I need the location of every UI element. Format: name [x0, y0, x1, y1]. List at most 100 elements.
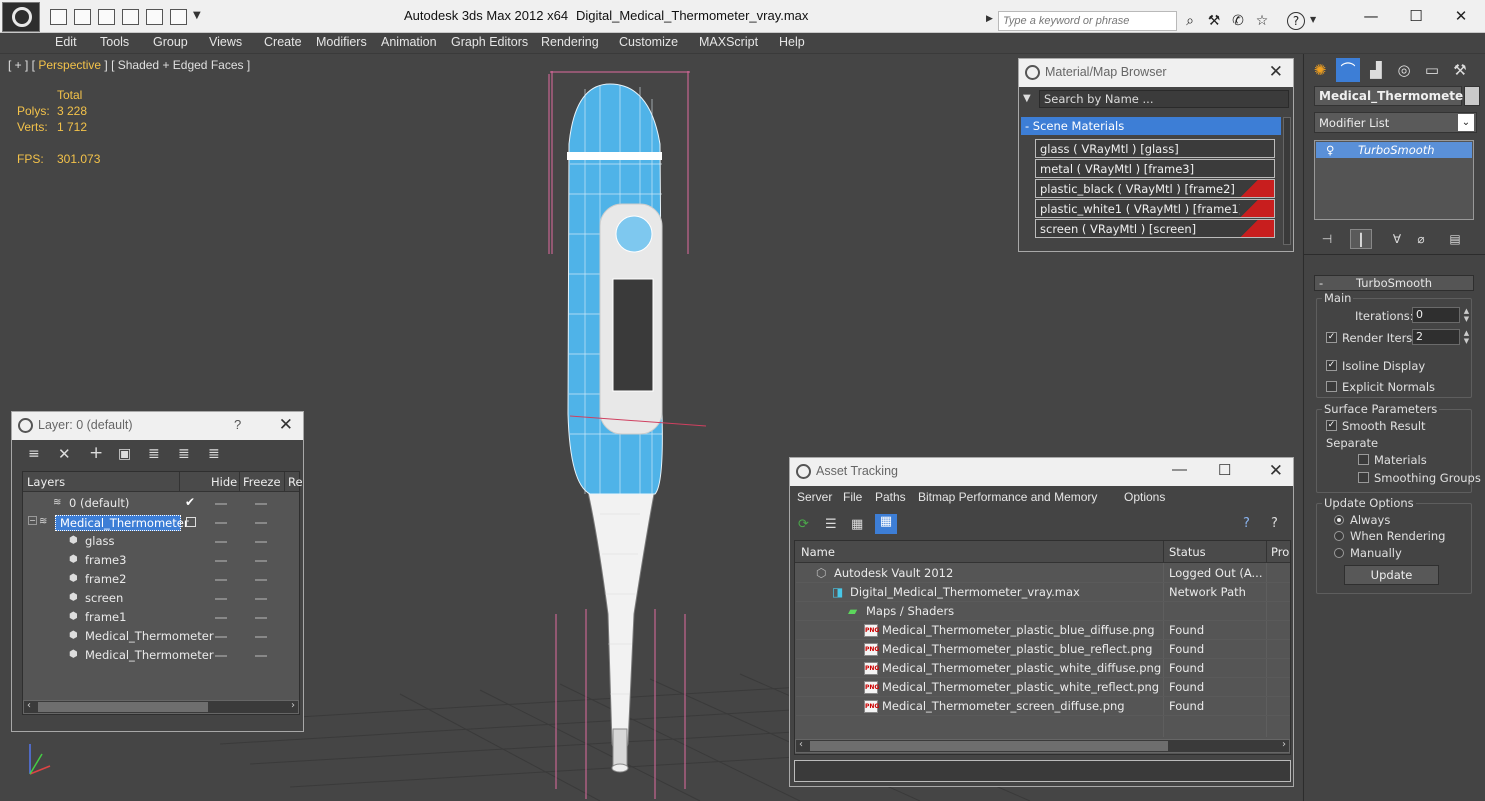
- object-color-swatch[interactable]: [1464, 86, 1480, 106]
- menu-help[interactable]: Help: [779, 35, 805, 49]
- smooth-result-checkbox[interactable]: ✓: [1326, 420, 1337, 431]
- display-tab-icon[interactable]: ▭: [1420, 58, 1444, 82]
- isoline-display-checkbox[interactable]: ✓: [1326, 360, 1337, 371]
- toggle-dash[interactable]: [215, 636, 227, 638]
- subscription-center-icon[interactable]: ⚒: [1205, 12, 1223, 30]
- toggle-dash[interactable]: [215, 579, 227, 581]
- materials-checkbox[interactable]: [1358, 454, 1369, 465]
- layer-row[interactable]: ⬢ Medical_Thermometer: [25, 627, 301, 646]
- column-layers[interactable]: Layers: [27, 475, 65, 489]
- remove-modifier-icon[interactable]: ⌀: [1410, 229, 1432, 249]
- chevron-down-icon[interactable]: ⌄: [1458, 114, 1474, 131]
- maximize-icon[interactable]: ☐: [1218, 461, 1231, 479]
- turbosmooth-rollout-header[interactable]: - TurboSmooth: [1314, 275, 1474, 291]
- asset-row[interactable]: ⬡ Autodesk Vault 2012 Logged Out (A...: [796, 564, 1290, 583]
- current-layer-check-icon[interactable]: ✔: [185, 495, 195, 509]
- asset-horizontal-scrollbar[interactable]: ‹ ›: [795, 739, 1290, 753]
- menu-graph-editors[interactable]: Graph Editors: [451, 35, 528, 49]
- manually-radio[interactable]: [1334, 548, 1344, 558]
- layer-row[interactable]: ⬢ glass: [25, 532, 301, 551]
- list-view-icon[interactable]: ☰: [825, 517, 839, 532]
- layer-row[interactable]: ≋ 0 (default) ✔: [25, 494, 301, 513]
- menu-create[interactable]: Create: [264, 35, 302, 49]
- close-icon[interactable]: ✕: [1446, 6, 1476, 26]
- save-file-icon[interactable]: [74, 9, 91, 25]
- app-logo-icon[interactable]: [2, 2, 40, 32]
- object-name-field[interactable]: Medical_Thermometer: [1314, 86, 1469, 106]
- modifier-stack[interactable]: ♀ TurboSmooth: [1314, 140, 1474, 220]
- column-freeze[interactable]: Freeze: [243, 475, 281, 489]
- modify-tab-icon[interactable]: ⌒: [1336, 58, 1360, 82]
- toggle-dash[interactable]: [255, 560, 267, 562]
- lightbulb-icon[interactable]: ♀: [1326, 142, 1334, 158]
- render-iters-spinner-arrows[interactable]: ▲ ▼: [1462, 329, 1471, 345]
- asset-menu-item[interactable]: Paths: [875, 490, 906, 504]
- close-icon[interactable]: ✕: [1269, 62, 1283, 82]
- render-iters-checkbox[interactable]: ✓: [1326, 332, 1337, 343]
- menu-animation[interactable]: Animation: [381, 35, 437, 49]
- render-iters-spinner[interactable]: 2: [1412, 329, 1460, 345]
- toggle-dash[interactable]: [215, 522, 227, 524]
- update-button[interactable]: Update: [1344, 565, 1439, 585]
- refresh-icon[interactable]: ⟳: [798, 517, 812, 532]
- select-objects-icon[interactable]: ▣: [118, 446, 131, 462]
- asset-menu-item[interactable]: Server: [797, 490, 832, 504]
- toggle-dash[interactable]: [255, 579, 267, 581]
- column-render[interactable]: Re: [288, 475, 303, 489]
- menu-tools[interactable]: Tools: [100, 35, 129, 49]
- column-hide[interactable]: Hide: [211, 475, 237, 489]
- column-name[interactable]: Name: [801, 545, 835, 559]
- add-to-layer-icon[interactable]: +: [89, 443, 103, 463]
- toggle-dash[interactable]: [255, 617, 267, 619]
- toggle-dash[interactable]: [255, 522, 267, 524]
- toggle-dash[interactable]: [255, 598, 267, 600]
- help-dropdown-icon[interactable]: ▼: [1310, 15, 1316, 24]
- close-icon[interactable]: ✕: [1269, 461, 1283, 481]
- layer-row[interactable]: ⬢ Medical_Thermometer: [25, 646, 301, 665]
- material-row[interactable]: screen ( VRayMtl ) [screen]: [1035, 219, 1275, 238]
- layer-row[interactable]: ⬢ screen: [25, 589, 301, 608]
- iterations-spinner[interactable]: 0: [1412, 307, 1460, 323]
- iterations-spinner-arrows[interactable]: ▲ ▼: [1462, 307, 1471, 323]
- freeze-all-icon[interactable]: ≣: [208, 446, 220, 462]
- menu-rendering[interactable]: Rendering: [541, 35, 599, 49]
- asset-menu-item[interactable]: File: [843, 490, 862, 504]
- new-layer-icon[interactable]: ≡: [28, 446, 40, 462]
- context-help-icon[interactable]: ?: [1271, 516, 1278, 531]
- set-current-layer-icon[interactable]: [186, 517, 196, 527]
- workspace-icon[interactable]: [170, 9, 187, 25]
- toggle-dash[interactable]: [215, 617, 227, 619]
- layer-horizontal-scrollbar[interactable]: ‹ ›: [23, 700, 299, 714]
- project-folder-icon[interactable]: [146, 9, 163, 25]
- column-status[interactable]: Status: [1169, 545, 1206, 559]
- maximize-icon[interactable]: ☐: [1401, 6, 1431, 26]
- always-radio[interactable]: [1334, 515, 1344, 525]
- toggle-dash[interactable]: [215, 503, 227, 505]
- when-rendering-radio[interactable]: [1334, 531, 1344, 541]
- show-end-result-icon[interactable]: ┃: [1350, 229, 1372, 249]
- motion-tab-icon[interactable]: ◎: [1392, 58, 1416, 82]
- modifier-list-dropdown[interactable]: Modifier List ⌄: [1314, 112, 1477, 133]
- asset-row[interactable]: PNG Medical_Thermometer_plastic_blue_refl…: [796, 640, 1290, 659]
- menu-customize[interactable]: Customize: [619, 35, 678, 49]
- open-file-icon[interactable]: [50, 9, 67, 25]
- browser-options-icon[interactable]: ▼: [1023, 93, 1031, 104]
- asset-row[interactable]: PNG Medical_Thermometer_plastic_white_ref…: [796, 678, 1290, 697]
- favorites-star-icon[interactable]: ☆: [1253, 12, 1271, 30]
- material-row[interactable]: glass ( VRayMtl ) [glass]: [1035, 139, 1275, 158]
- binoculars-icon[interactable]: ⌕: [1181, 12, 1199, 30]
- material-row[interactable]: metal ( VRayMtl ) [frame3]: [1035, 159, 1275, 178]
- toggle-dash[interactable]: [255, 503, 267, 505]
- toggle-dash[interactable]: [255, 655, 267, 657]
- infocenter-expand-icon[interactable]: ▶: [986, 14, 993, 24]
- viewport-label-plus[interactable]: [ + ] [: [8, 58, 38, 72]
- quick-access-dropdown-icon[interactable]: ▼: [193, 10, 201, 21]
- explicit-normals-checkbox[interactable]: [1326, 381, 1337, 392]
- menu-modifiers[interactable]: Modifiers: [316, 35, 367, 49]
- redo-icon[interactable]: [122, 9, 139, 25]
- highlight-layer-icon[interactable]: ≣: [148, 446, 160, 462]
- layer-row[interactable]: ⬢ frame2: [25, 570, 301, 589]
- asset-menu-item[interactable]: Options: [1124, 490, 1165, 504]
- menu-maxscript[interactable]: MAXScript: [699, 35, 758, 49]
- material-browser-titlebar[interactable]: Material/Map Browser ✕: [1019, 59, 1293, 87]
